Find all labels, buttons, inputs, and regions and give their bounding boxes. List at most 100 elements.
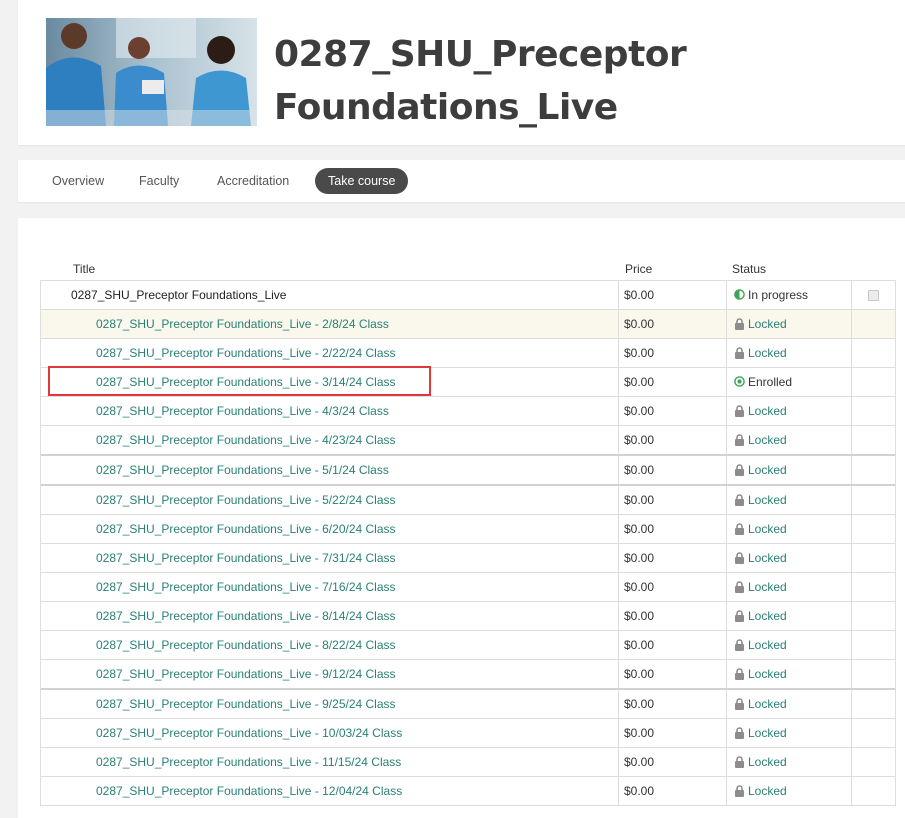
course-tabs: Overview Faculty Accreditation Take cour…	[18, 160, 905, 202]
lock-icon	[735, 405, 744, 417]
status-cell[interactable]: Locked	[726, 310, 858, 338]
price-cell: $0.00	[618, 310, 731, 338]
tab-accreditation[interactable]: Accreditation	[217, 168, 289, 194]
status-label: Locked	[748, 638, 787, 652]
status-cell[interactable]: Locked	[726, 660, 858, 688]
check-cell	[851, 544, 896, 572]
session-link[interactable]: 0287_SHU_Preceptor Foundations_Live - 2/…	[41, 339, 672, 367]
session-link[interactable]: 0287_SHU_Preceptor Foundations_Live - 9/…	[41, 690, 672, 718]
course-photo-illustration	[46, 18, 257, 126]
lock-icon	[735, 698, 744, 710]
price-cell: $0.00	[618, 486, 731, 514]
table-row: 0287_SHU_Preceptor Foundations_Live - 2/…	[41, 310, 895, 339]
session-link[interactable]: 0287_SHU_Preceptor Foundations_Live - 8/…	[41, 602, 672, 630]
tab-faculty[interactable]: Faculty	[139, 168, 179, 194]
check-cell	[851, 310, 896, 338]
check-cell	[851, 456, 896, 484]
lock-icon	[735, 523, 744, 535]
price-cell: $0.00	[618, 456, 731, 484]
session-link[interactable]: 0287_SHU_Preceptor Foundations_Live - 2/…	[41, 310, 672, 338]
status-label: Enrolled	[748, 375, 793, 389]
check-cell	[851, 719, 896, 747]
check-cell	[851, 690, 896, 718]
status-cell[interactable]: Locked	[726, 515, 858, 543]
lock-icon	[735, 639, 744, 651]
session-link[interactable]: 0287_SHU_Preceptor Foundations_Live - 7/…	[41, 544, 672, 572]
lock-icon	[735, 552, 744, 564]
status-cell[interactable]: Locked	[726, 486, 858, 514]
lock-icon	[735, 756, 744, 768]
session-link[interactable]: 0287_SHU_Preceptor Foundations_Live - 4/…	[41, 397, 672, 425]
page-title: 0287_SHU_Preceptor Foundations_Live	[274, 28, 687, 134]
status-cell[interactable]: Locked	[726, 339, 858, 367]
checkbox-icon[interactable]	[868, 290, 879, 301]
session-link[interactable]: 0287_SHU_Preceptor Foundations_Live - 5/…	[41, 486, 672, 514]
check-cell	[851, 777, 896, 805]
table-row: 0287_SHU_Preceptor Foundations_Live - 7/…	[41, 544, 895, 573]
status-cell[interactable]: Locked	[726, 397, 858, 425]
lock-icon	[735, 494, 744, 506]
check-cell	[851, 426, 896, 454]
table-row: 0287_SHU_Preceptor Foundations_Live - 5/…	[41, 486, 895, 515]
status-label: Locked	[748, 493, 787, 507]
price-cell: $0.00	[618, 573, 731, 601]
status-label: Locked	[748, 726, 787, 740]
status-cell[interactable]: Locked	[726, 573, 858, 601]
page-title-line-2: Foundations_Live	[274, 87, 618, 128]
session-link[interactable]: 0287_SHU_Preceptor Foundations_Live - 9/…	[41, 660, 672, 688]
price-cell: $0.00	[618, 690, 731, 718]
status-label: Locked	[748, 317, 787, 331]
session-link[interactable]: 0287_SHU_Preceptor Foundations_Live - 4/…	[41, 426, 672, 454]
table-row: 0287_SHU_Preceptor Foundations_Live - 2/…	[41, 339, 895, 368]
price-cell: $0.00	[618, 719, 731, 747]
price-cell: $0.00	[618, 602, 731, 630]
session-link[interactable]: 0287_SHU_Preceptor Foundations_Live - 5/…	[41, 456, 672, 484]
lock-icon	[735, 347, 744, 359]
check-cell	[851, 631, 896, 659]
half-circle-progress-icon	[734, 289, 745, 301]
session-link[interactable]: 0287_SHU_Preceptor Foundations_Live - 11…	[41, 748, 672, 776]
status-label: Locked	[748, 609, 787, 623]
check-cell	[851, 339, 896, 367]
table-row: 0287_SHU_Preceptor Foundations_Live - 8/…	[41, 602, 895, 631]
table-row: 0287_SHU_Preceptor Foundations_Live - 8/…	[41, 631, 895, 660]
course-title-cell: 0287_SHU_Preceptor Foundations_Live	[71, 288, 287, 302]
course-sessions-panel: Title Price Status 0287_SHU_Preceptor Fo…	[18, 218, 905, 818]
tab-overview[interactable]: Overview	[52, 168, 104, 194]
status-cell[interactable]: Locked	[726, 631, 858, 659]
price-cell: $0.00	[618, 631, 731, 659]
price-cell: $0.00	[618, 426, 731, 454]
tab-take-course[interactable]: Take course	[315, 168, 409, 194]
lock-icon	[735, 610, 744, 622]
price-cell: $0.00	[618, 368, 731, 396]
status-label: In progress	[748, 288, 809, 302]
status-cell[interactable]: Locked	[726, 690, 858, 718]
status-cell[interactable]: Locked	[726, 777, 858, 805]
status-cell[interactable]: Locked	[726, 456, 858, 484]
status-cell[interactable]: Locked	[726, 602, 858, 630]
status-cell[interactable]: Locked	[726, 544, 858, 572]
status-cell[interactable]: Locked	[726, 748, 858, 776]
table-row: 0287_SHU_Preceptor Foundations_Live - 3/…	[41, 368, 895, 397]
session-link[interactable]: 0287_SHU_Preceptor Foundations_Live - 12…	[41, 777, 672, 805]
check-cell	[851, 573, 896, 601]
status-cell[interactable]: Locked	[726, 719, 858, 747]
lock-icon	[735, 434, 744, 446]
price-cell: $0.00	[618, 544, 731, 572]
status-label: Locked	[748, 433, 787, 447]
session-link[interactable]: 0287_SHU_Preceptor Foundations_Live - 6/…	[41, 515, 672, 543]
status-label: Locked	[748, 463, 787, 477]
status-label: Locked	[748, 346, 787, 360]
table-row: 0287_SHU_Preceptor Foundations_Live - 10…	[41, 719, 895, 748]
enrolled-circle-icon	[734, 376, 745, 388]
session-link[interactable]: 0287_SHU_Preceptor Foundations_Live - 3/…	[41, 368, 672, 396]
column-header-status: Status	[732, 262, 767, 276]
session-link[interactable]: 0287_SHU_Preceptor Foundations_Live - 10…	[41, 719, 672, 747]
page-title-line-1: 0287_SHU_Preceptor	[274, 34, 687, 75]
price-cell: $0.00	[618, 748, 731, 776]
table-row: 0287_SHU_Preceptor Foundations_Live - 12…	[41, 777, 895, 806]
status-cell[interactable]: Locked	[726, 426, 858, 454]
session-link[interactable]: 0287_SHU_Preceptor Foundations_Live - 8/…	[41, 631, 672, 659]
table-row: 0287_SHU_Preceptor Foundations_Live - 4/…	[41, 397, 895, 426]
session-link[interactable]: 0287_SHU_Preceptor Foundations_Live - 7/…	[41, 573, 672, 601]
